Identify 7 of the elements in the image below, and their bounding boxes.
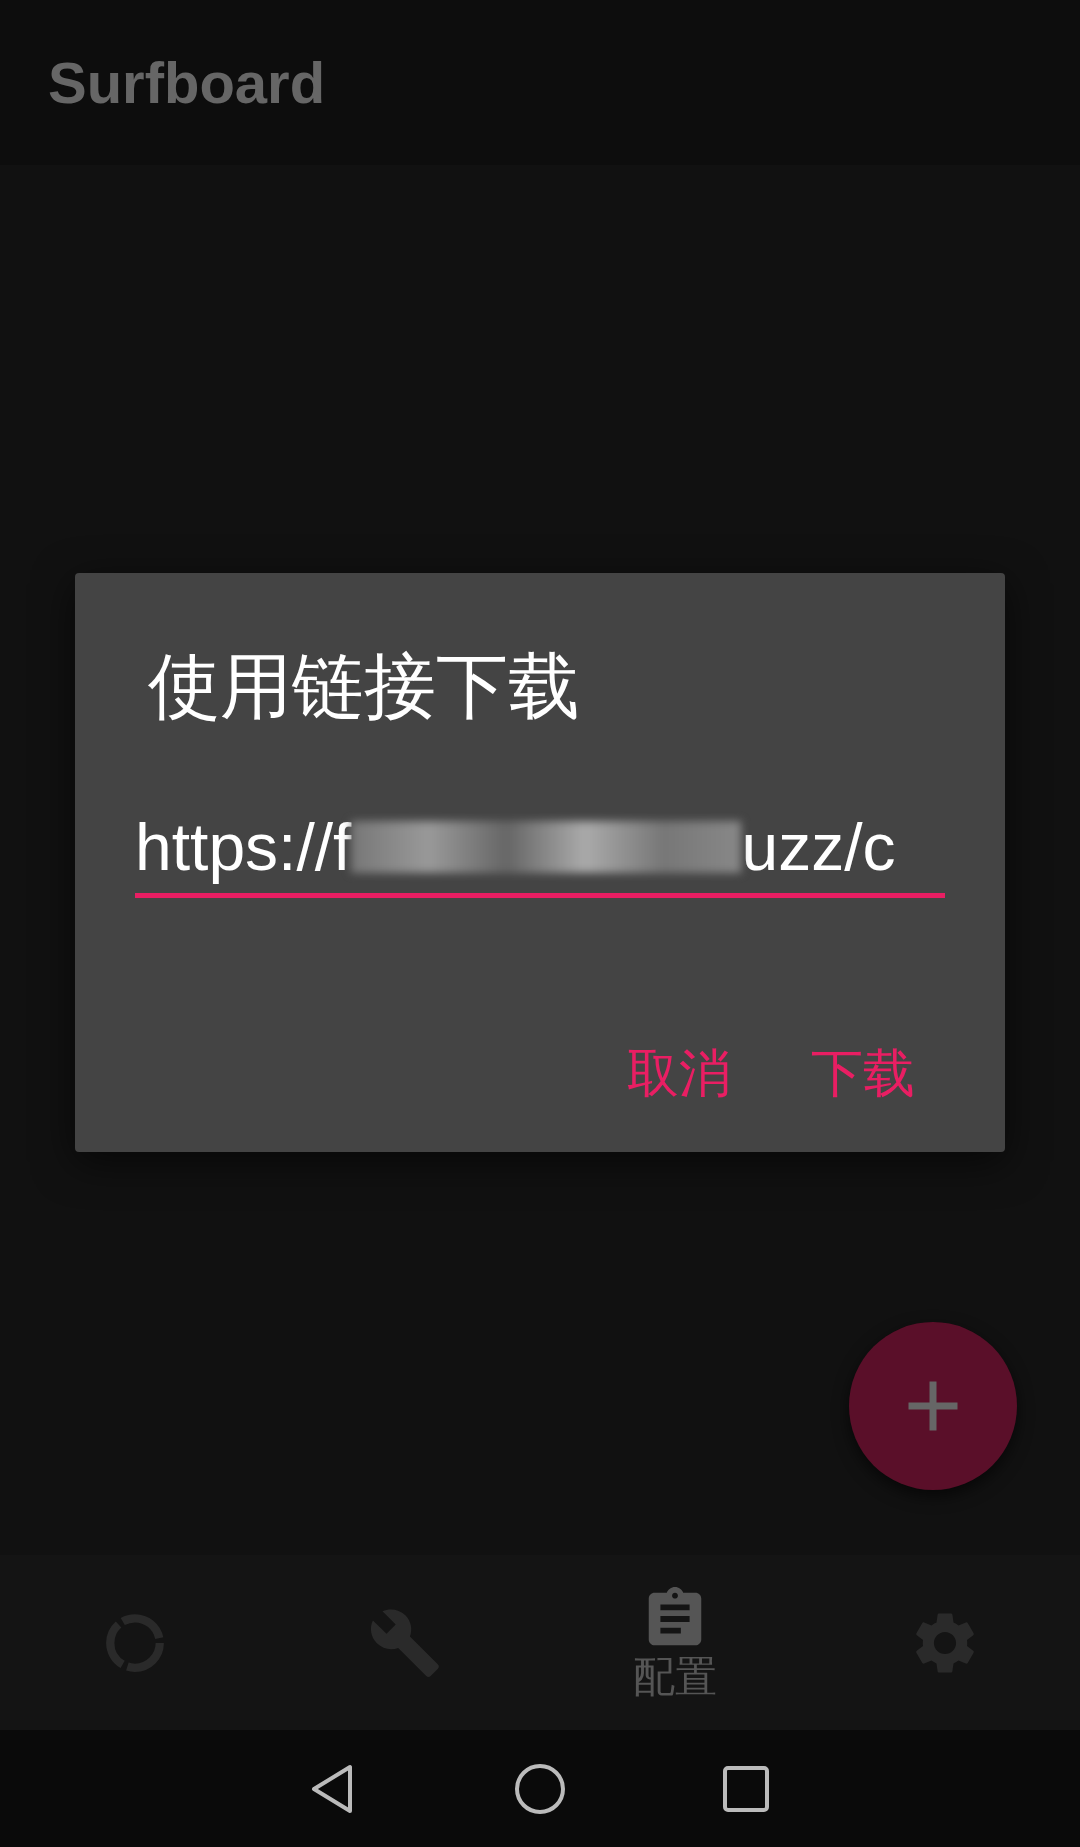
- dialog-title: 使用链接下载: [148, 643, 580, 730]
- url-field[interactable]: https://f uzz/c: [135, 809, 945, 899]
- dialog-button[interactable]: 下载: [801, 1033, 925, 1116]
- dialog-button[interactable]: 取消: [617, 1033, 741, 1116]
- app-title: Surfboard: [48, 49, 326, 116]
- nav-tab[interactable]: 配置: [540, 1555, 810, 1730]
- nav-label: 配置: [633, 1654, 717, 1701]
